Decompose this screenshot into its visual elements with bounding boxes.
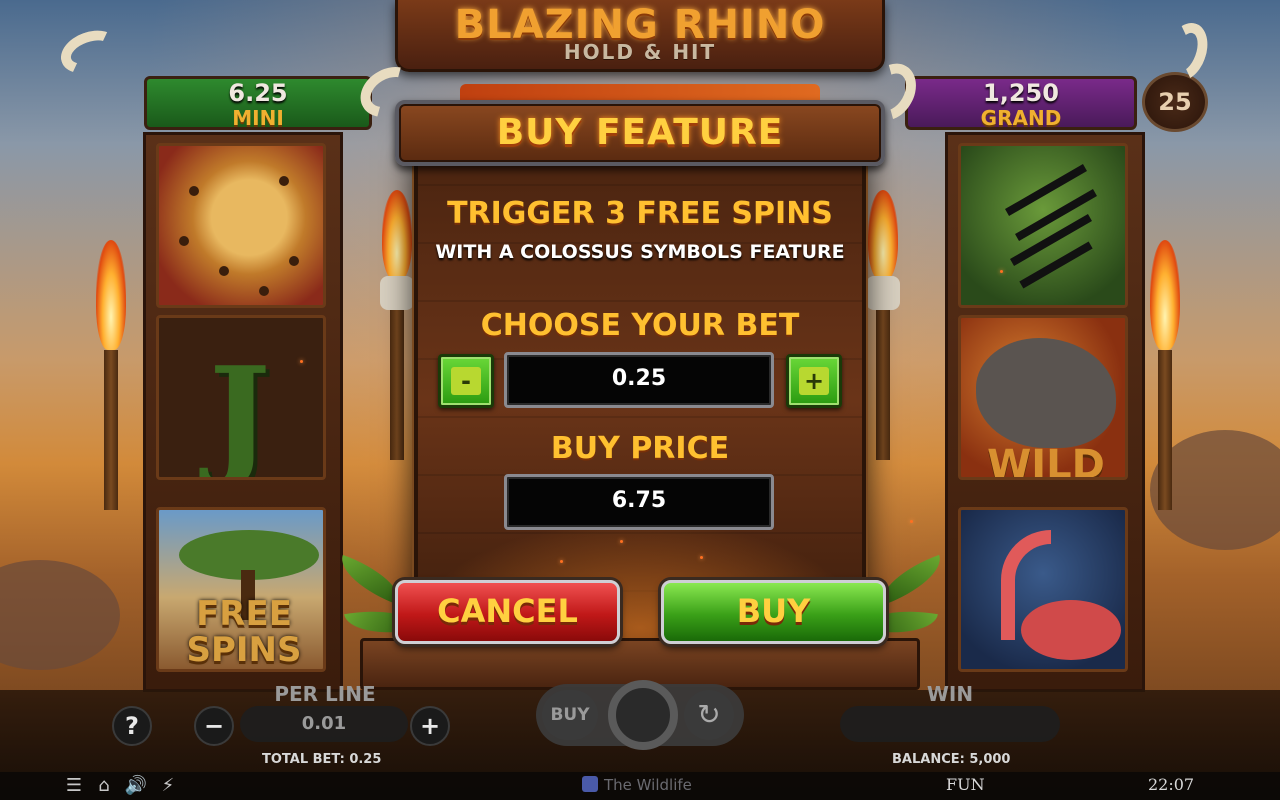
free-spins-text: FREE SPINS — [186, 594, 302, 670]
jackpot-mini-value: 6.25 — [228, 79, 288, 107]
brand-label: The Wildlife — [582, 776, 692, 794]
game-logo: BLAZING RHINO HOLD & HIT — [395, 0, 885, 72]
wild-text: WILD — [987, 442, 1105, 480]
flamingo-symbol — [958, 507, 1128, 672]
j-symbol: J — [156, 315, 326, 480]
ember — [1000, 270, 1003, 273]
reel-right: WILD — [945, 132, 1145, 692]
bet-value-field: 0.25 — [504, 352, 774, 408]
j-letter: J — [209, 338, 271, 480]
win-label: WIN — [926, 682, 974, 706]
torch-left-icon — [380, 190, 414, 460]
ember — [620, 540, 623, 543]
zebra-symbol — [958, 143, 1128, 308]
choose-bet-label: CHOOSE YOUR BET — [480, 308, 800, 343]
menu-icon[interactable]: ☰ — [62, 774, 86, 798]
brand-logo-icon — [582, 776, 598, 792]
torch-right-icon — [866, 190, 900, 460]
bet-plus-button[interactable]: + — [410, 706, 450, 746]
clock: 22:07 — [1148, 775, 1195, 794]
jackpot-mini: 6.25 MINI — [144, 76, 372, 130]
dialog-title-plate: BUY FEATURE — [395, 100, 885, 166]
per-line-value: 0.01 — [240, 706, 408, 742]
mode-label: FUN — [946, 775, 985, 794]
torch-far-right-icon — [1150, 240, 1180, 510]
ember — [300, 360, 303, 363]
home-icon[interactable]: ⌂ — [92, 774, 116, 798]
jackpot-grand-label: GRAND — [980, 106, 1062, 130]
bet-decrease-button[interactable]: - — [438, 354, 494, 408]
reel-left: J FREE SPINS — [143, 132, 343, 692]
torch-far-left-icon — [96, 240, 126, 510]
feature-description: WITH A COLOSSUS SYMBOLS FEATURE — [435, 241, 845, 263]
balance: BALANCE: 5,000 — [892, 752, 1011, 767]
bet-increase-button[interactable]: + — [786, 354, 842, 408]
ember — [700, 556, 703, 559]
total-bet: TOTAL BET: 0.25 — [262, 752, 382, 767]
trigger-text: TRIGGER 3 FREE SPINS — [447, 196, 833, 231]
win-value — [840, 706, 1060, 742]
buy-price-label: BUY PRICE — [550, 431, 730, 466]
minus-icon: - — [451, 367, 481, 395]
help-button[interactable]: ? — [112, 706, 152, 746]
jackpot-grand: 1,250 GRAND — [905, 76, 1137, 130]
per-line-label: PER LINE — [274, 682, 376, 706]
rhino-icon — [976, 338, 1116, 448]
rhino-wild-symbol: WILD — [958, 315, 1128, 480]
jackpot-mini-label: MINI — [232, 106, 284, 130]
buy-feature-small-button[interactable]: BUY — [542, 690, 598, 740]
buy-price-field: 6.75 — [504, 474, 774, 530]
brand-name: The Wildlife — [604, 776, 692, 794]
sound-icon[interactable]: 🔊 — [124, 774, 148, 798]
free-spins-symbol: FREE SPINS — [156, 507, 326, 672]
turbo-icon[interactable]: ⚡ — [156, 774, 180, 798]
bet-minus-button[interactable]: − — [194, 706, 234, 746]
cheetah-symbol — [156, 143, 326, 308]
autoplay-icon[interactable]: ↻ — [684, 690, 734, 740]
buy-button[interactable]: BUY — [661, 580, 886, 644]
lines-badge: 25 — [1142, 72, 1208, 132]
spin-button[interactable] — [608, 680, 678, 750]
ember — [560, 560, 563, 563]
cancel-button[interactable]: CANCEL — [395, 580, 620, 644]
ember — [910, 520, 913, 523]
plus-icon: + — [799, 367, 829, 395]
dialog-title: BUY FEATURE — [496, 112, 784, 153]
jackpot-grand-value: 1,250 — [983, 79, 1059, 107]
